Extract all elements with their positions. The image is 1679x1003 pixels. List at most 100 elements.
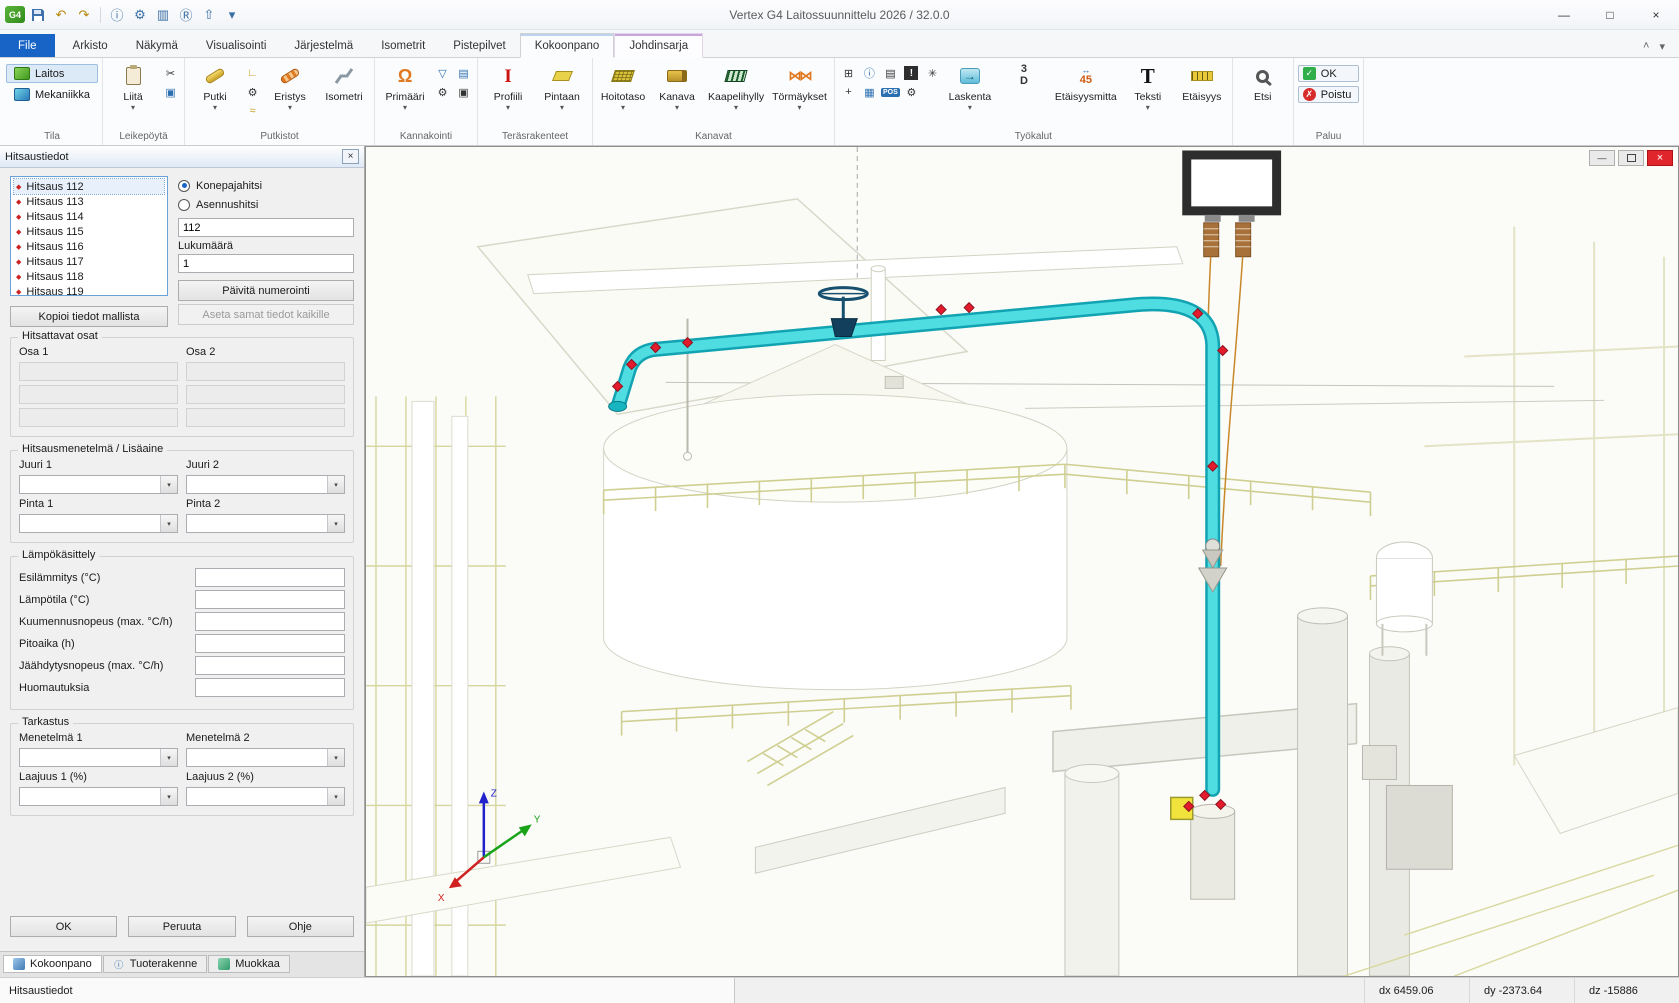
- weld-number-input[interactable]: [178, 218, 354, 237]
- asennushitsi-radio[interactable]: Asennushitsi: [178, 195, 354, 214]
- esilammitys-input[interactable]: [195, 568, 345, 587]
- juuri1-select[interactable]: ▾: [19, 475, 178, 494]
- list-item[interactable]: ◆Hitsaus 115: [14, 224, 164, 239]
- list-item[interactable]: ◆Hitsaus 119: [14, 284, 164, 296]
- support-funnel-icon[interactable]: ▽: [433, 65, 452, 81]
- teksti-button[interactable]: T Teksti ▾: [1122, 60, 1174, 130]
- konepajahitsi-radio[interactable]: Konepajahitsi: [178, 176, 354, 195]
- viewport-3d-scene[interactable]: Z Y X: [366, 147, 1678, 976]
- eristys-button[interactable]: Eristys ▾: [264, 60, 316, 130]
- viewport-restore-button[interactable]: [1618, 150, 1644, 166]
- tab-johdinsarja[interactable]: Johdinsarja: [614, 33, 703, 58]
- cut-icon[interactable]: ✂: [161, 65, 180, 81]
- tab-visualisointi[interactable]: Visualisointi: [192, 34, 281, 57]
- info-card-icon[interactable]: ⓘ: [860, 65, 879, 81]
- pipe-branch-icon[interactable]: ≈: [243, 103, 262, 119]
- isometri-button[interactable]: Isometri: [318, 60, 370, 130]
- export-icon[interactable]: ⇧: [199, 5, 219, 25]
- kanava-button[interactable]: Kanava ▾: [651, 60, 703, 130]
- tab-pistepilvet[interactable]: Pistepilvet: [439, 34, 519, 57]
- settings-gear-icon[interactable]: ⚙: [130, 5, 150, 25]
- huomautuksia-input[interactable]: [195, 678, 345, 697]
- tab-nakyma[interactable]: Näkymä: [122, 34, 192, 57]
- pintaan-button[interactable]: Pintaan ▾: [536, 60, 588, 130]
- jaahdytysnopeus-input[interactable]: [195, 656, 345, 675]
- snap-star-icon[interactable]: ✳: [923, 65, 942, 81]
- pipe-fitting-gear-icon[interactable]: ⚙: [243, 84, 262, 100]
- pos-tag-icon[interactable]: POS: [881, 84, 900, 100]
- table-icon[interactable]: ▦: [860, 84, 879, 100]
- card-icon[interactable]: ▤: [881, 65, 900, 81]
- pinta2-select[interactable]: ▾: [186, 514, 345, 533]
- poistu-button[interactable]: ✗ Poistu: [1298, 86, 1360, 103]
- tab-muokkaa-panel[interactable]: Muokkaa: [208, 955, 290, 973]
- warning-icon[interactable]: !: [902, 65, 921, 81]
- save-icon[interactable]: [28, 5, 48, 25]
- laajuus1-select[interactable]: ▾: [19, 787, 178, 806]
- support-card-icon[interactable]: ▤: [454, 65, 473, 81]
- pinta1-select[interactable]: ▾: [19, 514, 178, 533]
- maximize-button[interactable]: □: [1587, 0, 1633, 29]
- customize-caret-icon[interactable]: ▾: [222, 5, 242, 25]
- kopioi-tiedot-button[interactable]: Kopioi tiedot mallista: [10, 306, 168, 327]
- kaapelihylly-button[interactable]: Kaapelihylly ▾: [705, 60, 767, 130]
- etaisyys-button[interactable]: Etäisyys: [1176, 60, 1228, 130]
- close-button[interactable]: ×: [1633, 0, 1679, 29]
- viewport-minimize-button[interactable]: —: [1589, 150, 1615, 166]
- liita-button[interactable]: Liitä ▾: [107, 60, 159, 130]
- ribbon-options-caret-icon[interactable]: ▾: [1659, 40, 1665, 53]
- etaisyysmitta-button[interactable]: ↔45 Etäisyysmitta: [1052, 60, 1120, 130]
- menetelma2-select[interactable]: ▾: [186, 748, 345, 767]
- laitos-button[interactable]: Laitos: [6, 64, 98, 83]
- profiili-button[interactable]: ◆I Profiili ▾: [482, 60, 534, 130]
- list-item[interactable]: ◆Hitsaus 116: [14, 239, 164, 254]
- menetelma1-select[interactable]: ▾: [19, 748, 178, 767]
- kuumennusnopeus-input[interactable]: [195, 612, 345, 631]
- weld-list[interactable]: ◆Hitsaus 112 ◆Hitsaus 113 ◆Hitsaus 114 ◆…: [10, 176, 168, 296]
- info-icon[interactable]: ⓘ: [107, 5, 127, 25]
- pipe-elbow-icon[interactable]: ∟: [243, 65, 262, 81]
- list-item[interactable]: ◆Hitsaus 112: [14, 179, 164, 194]
- laskenta-button[interactable]: → Laskenta ▾: [944, 60, 996, 130]
- tab-kokoonpano-panel[interactable]: Kokoonpano: [3, 955, 102, 973]
- laajuus2-select[interactable]: ▾: [186, 787, 345, 806]
- tab-tuoterakenne-panel[interactable]: ⓘ Tuoterakenne: [103, 955, 207, 973]
- lukumaara-input[interactable]: [178, 254, 354, 273]
- ohje-button[interactable]: Ohje: [247, 916, 354, 937]
- dialog-close-button[interactable]: ×: [342, 149, 359, 164]
- tab-arkisto[interactable]: Arkisto: [59, 34, 122, 57]
- mekaniikka-button[interactable]: Mekaniikka: [6, 85, 98, 104]
- redo-icon[interactable]: ↷: [74, 5, 94, 25]
- tab-file[interactable]: File: [0, 34, 55, 57]
- measure-snap-icon[interactable]: +: [839, 84, 858, 100]
- redline-icon[interactable]: Ⓡ: [176, 5, 196, 25]
- list-item[interactable]: ◆Hitsaus 117: [14, 254, 164, 269]
- peruuta-button[interactable]: Peruuta: [128, 916, 235, 937]
- support-panel-icon[interactable]: ▣: [454, 84, 473, 100]
- 3d-button[interactable]: 3D: [998, 60, 1050, 130]
- list-item[interactable]: ◆Hitsaus 113: [14, 194, 164, 209]
- support-settings-icon[interactable]: ⚙: [433, 84, 452, 100]
- ok-button[interactable]: ✓ OK: [1298, 65, 1360, 82]
- paivita-numerointi-button[interactable]: Päivitä numerointi: [178, 280, 354, 301]
- pitoaika-input[interactable]: [195, 634, 345, 653]
- hoitotaso-button[interactable]: Hoitotaso ▾: [597, 60, 649, 130]
- tab-isometrit[interactable]: Isometrit: [367, 34, 439, 57]
- primaari-button[interactable]: Ω Primääri ▾: [379, 60, 431, 130]
- juuri2-select[interactable]: ▾: [186, 475, 345, 494]
- copy-icon[interactable]: ▣: [161, 84, 180, 100]
- tab-kokoonpano[interactable]: Kokoonpano: [520, 33, 615, 58]
- undo-icon[interactable]: ↶: [51, 5, 71, 25]
- dialog-title-bar[interactable]: Hitsaustiedot ×: [0, 146, 364, 168]
- putki-button[interactable]: Putki ▾: [189, 60, 241, 130]
- viewport-close-button[interactable]: ×: [1647, 150, 1673, 166]
- snap-grid-icon[interactable]: ⊞: [839, 65, 858, 81]
- tormaykset-button[interactable]: ⋈⋈ Törmäykset ▾: [769, 60, 830, 130]
- list-item[interactable]: ◆Hitsaus 114: [14, 209, 164, 224]
- ok-dialog-button[interactable]: OK: [10, 916, 117, 937]
- display-settings-icon[interactable]: ▥: [153, 5, 173, 25]
- tab-jarjestelma[interactable]: Järjestelmä: [280, 34, 367, 57]
- edit-gear-icon[interactable]: ⚙: [902, 84, 921, 100]
- collapse-ribbon-icon[interactable]: ˄: [1643, 40, 1649, 53]
- lampotila-input[interactable]: [195, 590, 345, 609]
